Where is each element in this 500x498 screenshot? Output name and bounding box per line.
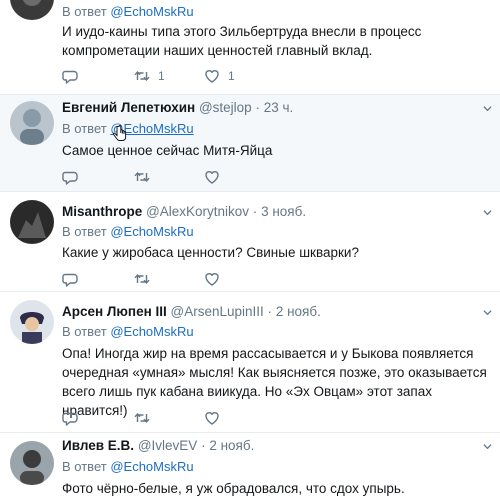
retweet-button[interactable] bbox=[134, 409, 150, 427]
avatar[interactable] bbox=[10, 300, 54, 344]
reply-prefix: В ответ bbox=[62, 4, 107, 19]
reply-icon bbox=[62, 410, 78, 426]
user-name[interactable]: Misanthrope bbox=[62, 204, 142, 219]
reply-mention-link[interactable]: @EchoMskRu bbox=[110, 324, 193, 339]
separator-dot: · bbox=[255, 100, 260, 115]
avatar[interactable] bbox=[10, 0, 54, 20]
reply-button[interactable] bbox=[62, 409, 78, 427]
like-button[interactable] bbox=[204, 409, 220, 427]
avatar[interactable] bbox=[10, 200, 54, 244]
separator-dot: · bbox=[252, 204, 258, 219]
reply-icon bbox=[62, 271, 78, 287]
like-button[interactable] bbox=[204, 270, 220, 288]
reply-icon bbox=[62, 68, 78, 84]
user-handle[interactable]: @IvlevEV bbox=[138, 438, 197, 453]
tweet-0[interactable]: В ответ @EchoMskRu И иудо-каины типа это… bbox=[0, 0, 500, 95]
reply-context: В ответ @EchoMskRu bbox=[62, 224, 194, 239]
tweet-text: Самое ценное сейчас Митя-Яйца bbox=[62, 143, 273, 158]
like-icon bbox=[204, 68, 220, 84]
tweet-header: Misanthrope @AlexKorytnikov · 3 нояб. bbox=[62, 204, 306, 219]
reply-button[interactable] bbox=[62, 168, 78, 186]
like-button[interactable]: 1 bbox=[204, 67, 235, 85]
retweet-icon bbox=[134, 169, 150, 185]
retweet-count: 1 bbox=[158, 69, 165, 83]
user-name[interactable]: Ивлев Е.В. bbox=[62, 438, 134, 453]
like-icon bbox=[204, 271, 220, 287]
tweet-header: Арсен Люпен III @ArsenLupinIII · 2 нояб. bbox=[62, 304, 321, 319]
like-icon bbox=[204, 169, 220, 185]
avatar[interactable] bbox=[10, 101, 54, 145]
retweet-button[interactable] bbox=[134, 168, 150, 186]
reply-prefix: В ответ bbox=[62, 224, 107, 239]
retweet-icon bbox=[134, 271, 150, 287]
tweet-1[interactable]: Евгений Лепетюхин @stejlop · 23 ч. В отв… bbox=[0, 95, 500, 192]
like-count: 1 bbox=[228, 69, 235, 83]
reply-button[interactable] bbox=[62, 270, 78, 288]
reply-button[interactable] bbox=[62, 67, 78, 85]
tweet-text: Опа! Иногда жир на время рассасывается и… bbox=[62, 346, 487, 418]
user-handle[interactable]: @AlexKorytnikov bbox=[146, 204, 249, 219]
like-button[interactable] bbox=[204, 168, 220, 186]
chevron-down-icon[interactable] bbox=[483, 104, 492, 113]
timestamp[interactable]: 23 ч. bbox=[264, 100, 294, 115]
retweet-button[interactable]: 1 bbox=[134, 67, 165, 85]
chevron-down-icon[interactable] bbox=[483, 208, 492, 217]
timestamp[interactable]: 3 нояб. bbox=[261, 204, 306, 219]
tweet-text: Фото чёрно-белые, я уж обрадовался, что … bbox=[62, 481, 405, 496]
tweet-4[interactable]: Ивлев Е.В. @IvlevEV · 2 нояб. В ответ @E… bbox=[0, 433, 500, 498]
tweet-header: Евгений Лепетюхин @stejlop · 23 ч. bbox=[62, 100, 293, 115]
avatar[interactable] bbox=[10, 441, 54, 485]
retweet-button[interactable] bbox=[134, 270, 150, 288]
reply-context: В ответ @EchoMskRu bbox=[62, 459, 194, 474]
user-handle[interactable]: @ArsenLupinIII bbox=[171, 304, 264, 319]
timestamp[interactable]: 2 нояб. bbox=[209, 438, 254, 453]
tweet-header: Ивлев Е.В. @IvlevEV · 2 нояб. bbox=[62, 438, 254, 453]
reply-mention-link[interactable]: @EchoMskRu bbox=[110, 4, 193, 19]
user-name[interactable]: Арсен Люпен III bbox=[62, 304, 167, 319]
user-handle[interactable]: @stejlop bbox=[199, 100, 252, 115]
chevron-down-icon[interactable] bbox=[483, 442, 492, 451]
reply-icon bbox=[62, 169, 78, 185]
like-icon bbox=[204, 410, 220, 426]
reply-mention-link[interactable]: @EchoMskRu bbox=[110, 224, 193, 239]
reply-context: В ответ @EchoMskRu bbox=[62, 324, 194, 339]
reply-prefix: В ответ bbox=[62, 121, 107, 136]
retweet-icon bbox=[134, 410, 150, 426]
tweet-2[interactable]: Misanthrope @AlexKorytnikov · 3 нояб. В … bbox=[0, 192, 500, 292]
reply-prefix: В ответ bbox=[62, 324, 107, 339]
reply-context: В ответ @EchoMskRu bbox=[62, 121, 194, 136]
reply-context: В ответ @EchoMskRu bbox=[62, 4, 194, 19]
user-name[interactable]: Евгений Лепетюхин bbox=[62, 100, 195, 115]
chevron-down-icon[interactable] bbox=[483, 308, 492, 317]
separator-dot: · bbox=[201, 438, 206, 453]
retweet-icon bbox=[134, 68, 150, 84]
tweet-text: Какие у жиробаса ценности? Свиные шкварк… bbox=[62, 245, 359, 260]
tweet-3[interactable]: Арсен Люпен III @ArsenLupinIII · 2 нояб.… bbox=[0, 292, 500, 433]
separator-dot: · bbox=[267, 304, 273, 319]
tweet-text: И иудо-каины типа этого Зильбертруда вне… bbox=[62, 24, 422, 58]
timestamp[interactable]: 2 нояб. bbox=[276, 304, 321, 319]
reply-prefix: В ответ bbox=[62, 459, 107, 474]
reply-mention-link[interactable]: @EchoMskRu bbox=[110, 459, 193, 474]
